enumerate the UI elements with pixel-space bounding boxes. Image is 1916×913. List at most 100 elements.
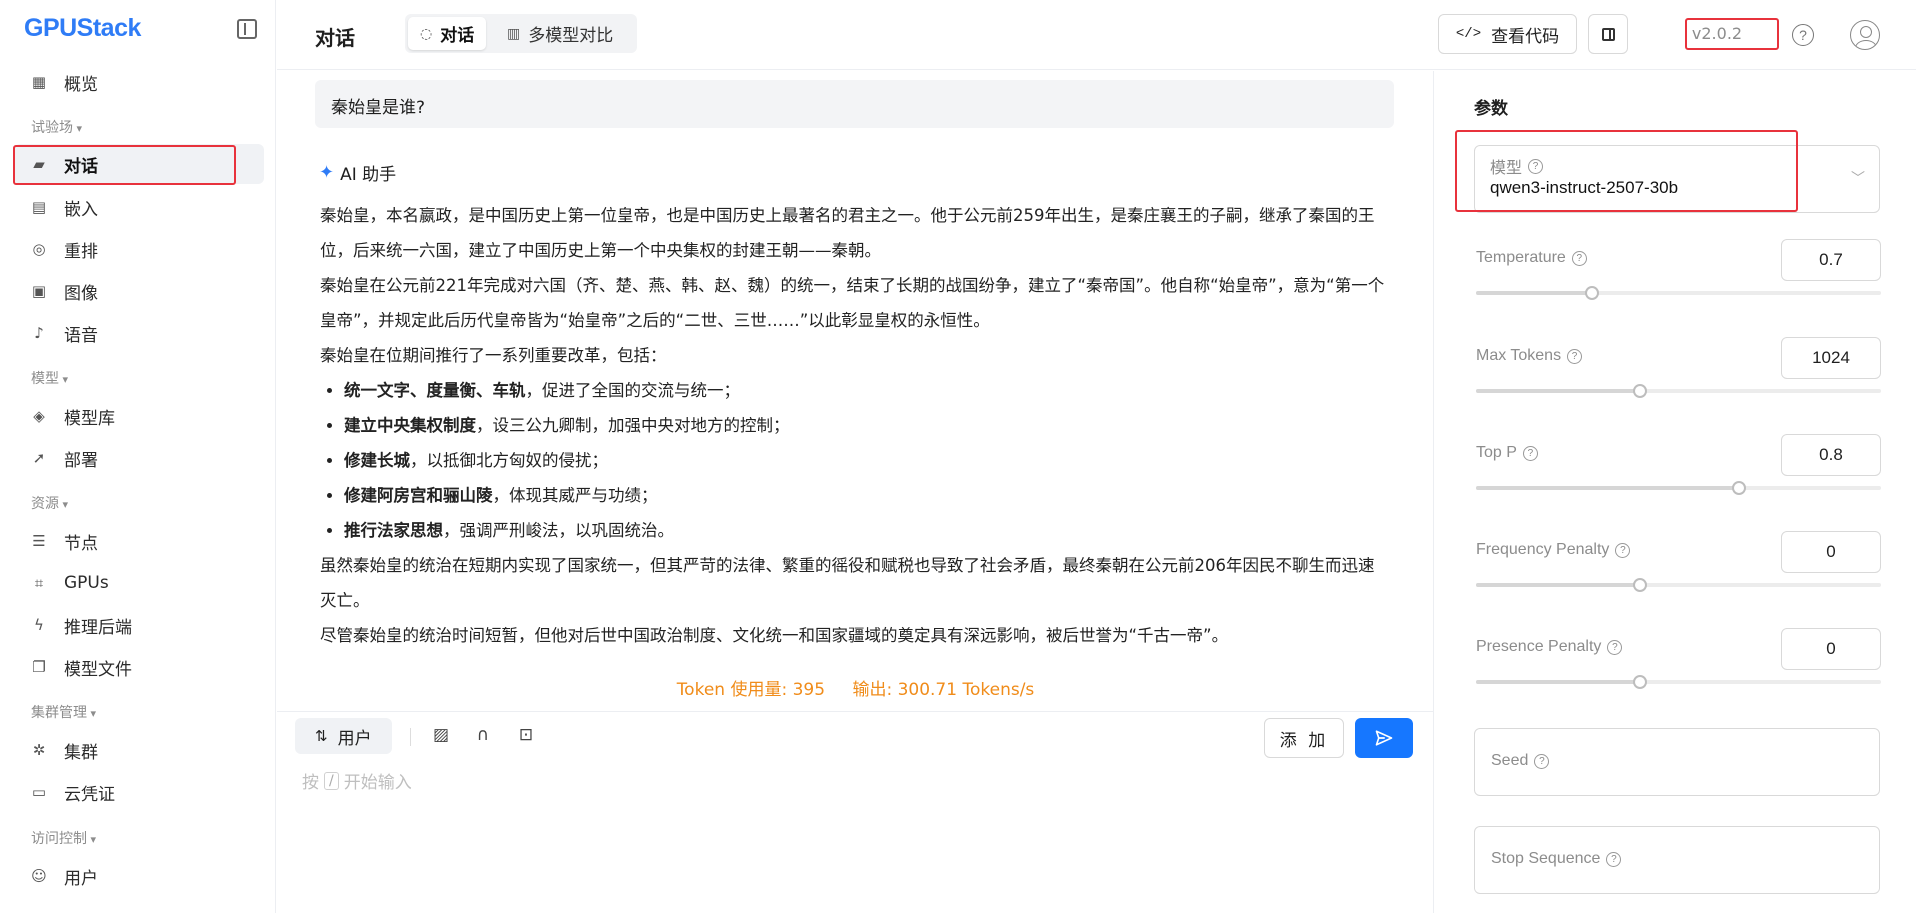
sidebar-item-users[interactable]: ☺ 用户 bbox=[14, 856, 264, 896]
role-toggle-button[interactable]: ⇅ 用户 bbox=[295, 718, 392, 754]
nav-group-playground[interactable]: 试验场 bbox=[31, 117, 82, 137]
sidebar-item-model-files[interactable]: ❐ 模型文件 bbox=[14, 647, 264, 687]
brand-logo[interactable]: GPUStack bbox=[24, 14, 141, 43]
field-label: Stop Sequence? bbox=[1491, 850, 1622, 868]
sidebar-item-rerank[interactable]: ◎ 重排 bbox=[14, 229, 264, 269]
sidebar-item-label: 集群 bbox=[64, 742, 98, 763]
stop-sequence-input[interactable]: Stop Sequence? bbox=[1474, 826, 1880, 894]
view-code-label: 查看代码 bbox=[1491, 26, 1560, 47]
help-icon: ? bbox=[1571, 250, 1587, 266]
temperature-slider[interactable] bbox=[1476, 286, 1881, 300]
sidebar-collapse-icon[interactable] bbox=[237, 19, 257, 39]
compare-icon: ▥ bbox=[507, 25, 521, 42]
sidebar-item-chat[interactable]: ▰ 对话 bbox=[14, 144, 264, 184]
presence-penalty-slider[interactable] bbox=[1476, 675, 1881, 689]
token-stats: Token 使用量: 395 输出: 300.71 Tokens/s bbox=[277, 675, 1434, 700]
avatar[interactable] bbox=[1850, 20, 1880, 50]
sidebar-item-label: 模型文件 bbox=[64, 659, 132, 680]
send-button[interactable] bbox=[1355, 718, 1413, 758]
sidebar-item-catalog[interactable]: ◈ 模型库 bbox=[14, 396, 264, 436]
sidebar-item-image[interactable]: ▣ 图像 bbox=[14, 271, 264, 311]
tab-compare[interactable]: ▥ 多模型对比 bbox=[495, 17, 625, 50]
params-title: 参数 bbox=[1474, 99, 1508, 119]
top-p-input[interactable]: 0.8 bbox=[1781, 434, 1881, 476]
presence-penalty-input[interactable]: 0 bbox=[1781, 628, 1881, 670]
help-icon: ? bbox=[1606, 851, 1622, 867]
tab-chat[interactable]: ◌ 对话 bbox=[408, 17, 487, 50]
answer-paragraph: 秦始皇，本名嬴政，是中国历史上第一位皇帝，也是中国历史上最著名的君主之一。他于公… bbox=[320, 206, 1375, 260]
headphones-icon[interactable]: ∩ bbox=[472, 724, 494, 746]
sidebar-item-clusters[interactable]: ✲ 集群 bbox=[14, 730, 264, 770]
sidebar-item-nodes[interactable]: ☰ 节点 bbox=[14, 521, 264, 561]
files-icon: ❐ bbox=[32, 658, 46, 676]
assistant-label-text: AI 助手 bbox=[340, 165, 397, 185]
param-label-text: Temperature bbox=[1476, 249, 1566, 266]
field-label-text: Stop Sequence bbox=[1491, 850, 1601, 867]
top-p-slider[interactable] bbox=[1476, 481, 1881, 495]
model-value: qwen3-instruct-2507-30b bbox=[1490, 178, 1679, 197]
slider-handle[interactable] bbox=[1585, 286, 1600, 300]
help-icon[interactable]: ? bbox=[1792, 24, 1814, 46]
frequency-penalty-input[interactable]: 0 bbox=[1781, 531, 1881, 573]
sidebar-item-label: GPUs bbox=[64, 573, 109, 593]
sidebar-item-label: 模型库 bbox=[64, 408, 115, 429]
chat-panel: 秦始皇是谁? ✦ AI 助手 秦始皇，本名嬴政，是中国历史上第一位皇帝，也是中国… bbox=[277, 71, 1434, 913]
nav-group-models[interactable]: 模型 bbox=[31, 368, 68, 388]
tab-label: 多模型对比 bbox=[528, 26, 614, 46]
sidebar-item-label: 图像 bbox=[64, 283, 98, 304]
nav-group-access[interactable]: 访问控制 bbox=[31, 828, 96, 848]
output-speed: 输出: 300.71 Tokens/s bbox=[852, 680, 1035, 700]
sidebar-item-label: 云凭证 bbox=[64, 784, 115, 805]
list-item: 推行法家思想，强调严刑峻法，以巩固统治。 bbox=[344, 513, 1390, 548]
param-presence-penalty: Presence Penalty? 0 bbox=[1476, 628, 1881, 708]
model-select[interactable]: 模型? qwen3-instruct-2507-30b ﹀ bbox=[1474, 145, 1880, 213]
max-tokens-slider[interactable] bbox=[1476, 384, 1881, 398]
list-item-text: ，体现其威严与功绩； bbox=[492, 486, 658, 505]
slider-handle[interactable] bbox=[1633, 384, 1648, 398]
app-root: GPUStack ▦ 概览 试验场 ▰ 对话 ▤ 嵌入 ◎ 重排 ▣ 图像 ♪ … bbox=[0, 0, 1916, 913]
field-label: Seed? bbox=[1491, 752, 1550, 770]
role-label: 用户 bbox=[337, 728, 372, 749]
param-label-text: Max Tokens bbox=[1476, 347, 1562, 364]
model-label: 模型? bbox=[1490, 154, 1544, 178]
sidebar-item-credentials[interactable]: ▭ 云凭证 bbox=[14, 772, 264, 812]
nav-group-resources[interactable]: 资源 bbox=[31, 493, 68, 513]
sidebar-item-backends[interactable]: ϟ 推理后端 bbox=[14, 605, 264, 645]
slider-handle[interactable] bbox=[1731, 481, 1746, 495]
slider-handle[interactable] bbox=[1633, 675, 1648, 689]
robot-icon[interactable]: ⊡ bbox=[515, 724, 537, 746]
list-item-text: ，设三公九卿制，加强中央对地方的控制； bbox=[476, 416, 790, 435]
help-icon: ? bbox=[1615, 542, 1631, 558]
frequency-penalty-slider[interactable] bbox=[1476, 578, 1881, 592]
param-frequency-penalty: Frequency Penalty? 0 bbox=[1476, 531, 1881, 611]
image-icon: ▣ bbox=[31, 282, 47, 300]
image-upload-icon[interactable]: ▨ bbox=[430, 724, 452, 746]
param-max-tokens: Max Tokens? 1024 bbox=[1476, 337, 1881, 417]
seed-input[interactable]: Seed? bbox=[1474, 728, 1880, 796]
sparkle-icon: ✦ bbox=[319, 162, 335, 183]
message-input[interactable]: 按 / 开始输入 bbox=[302, 768, 412, 793]
sidebar-item-label: 推理后端 bbox=[64, 617, 132, 638]
panel-toggle-button[interactable] bbox=[1588, 14, 1628, 54]
slider-handle[interactable] bbox=[1633, 578, 1648, 592]
answer-paragraph: 秦始皇在公元前221年完成对六国（齐、楚、燕、韩、赵、魏）的统一，结束了长期的战… bbox=[320, 276, 1385, 330]
nav-group-cluster[interactable]: 集群管理 bbox=[31, 702, 96, 722]
assistant-answer: 秦始皇，本名嬴政，是中国历史上第一位皇帝，也是中国历史上最著名的君主之一。他于公… bbox=[320, 198, 1390, 653]
param-label: Top P? bbox=[1476, 444, 1538, 462]
param-label: Temperature? bbox=[1476, 249, 1587, 267]
sidebar-item-overview[interactable]: ▦ 概览 bbox=[14, 62, 264, 102]
view-code-button[interactable]: </> 查看代码 bbox=[1438, 14, 1577, 54]
sidebar-item-embed[interactable]: ▤ 嵌入 bbox=[14, 187, 264, 227]
temperature-input[interactable]: 0.7 bbox=[1781, 239, 1881, 281]
shortcut-key: / bbox=[324, 771, 339, 790]
answer-list: 统一文字、度量衡、车轨，促进了全国的交流与统一； 建立中央集权制度，设三公九卿制… bbox=[344, 373, 1390, 548]
list-item-text: ，以抵御北方匈奴的侵扰； bbox=[410, 451, 608, 470]
max-tokens-input[interactable]: 1024 bbox=[1781, 337, 1881, 379]
add-button[interactable]: 添 加 bbox=[1264, 718, 1344, 758]
sidebar-item-deploy[interactable]: ➚ 部署 bbox=[14, 438, 264, 478]
chat-bubble-icon: ▰ bbox=[33, 155, 45, 173]
sidebar-item-gpus[interactable]: ⌗ GPUs bbox=[14, 563, 264, 603]
sidebar-item-audio[interactable]: ♪ 语音 bbox=[14, 313, 264, 353]
lightning-icon: ϟ bbox=[34, 616, 44, 634]
server-icon: ☰ bbox=[32, 532, 46, 550]
